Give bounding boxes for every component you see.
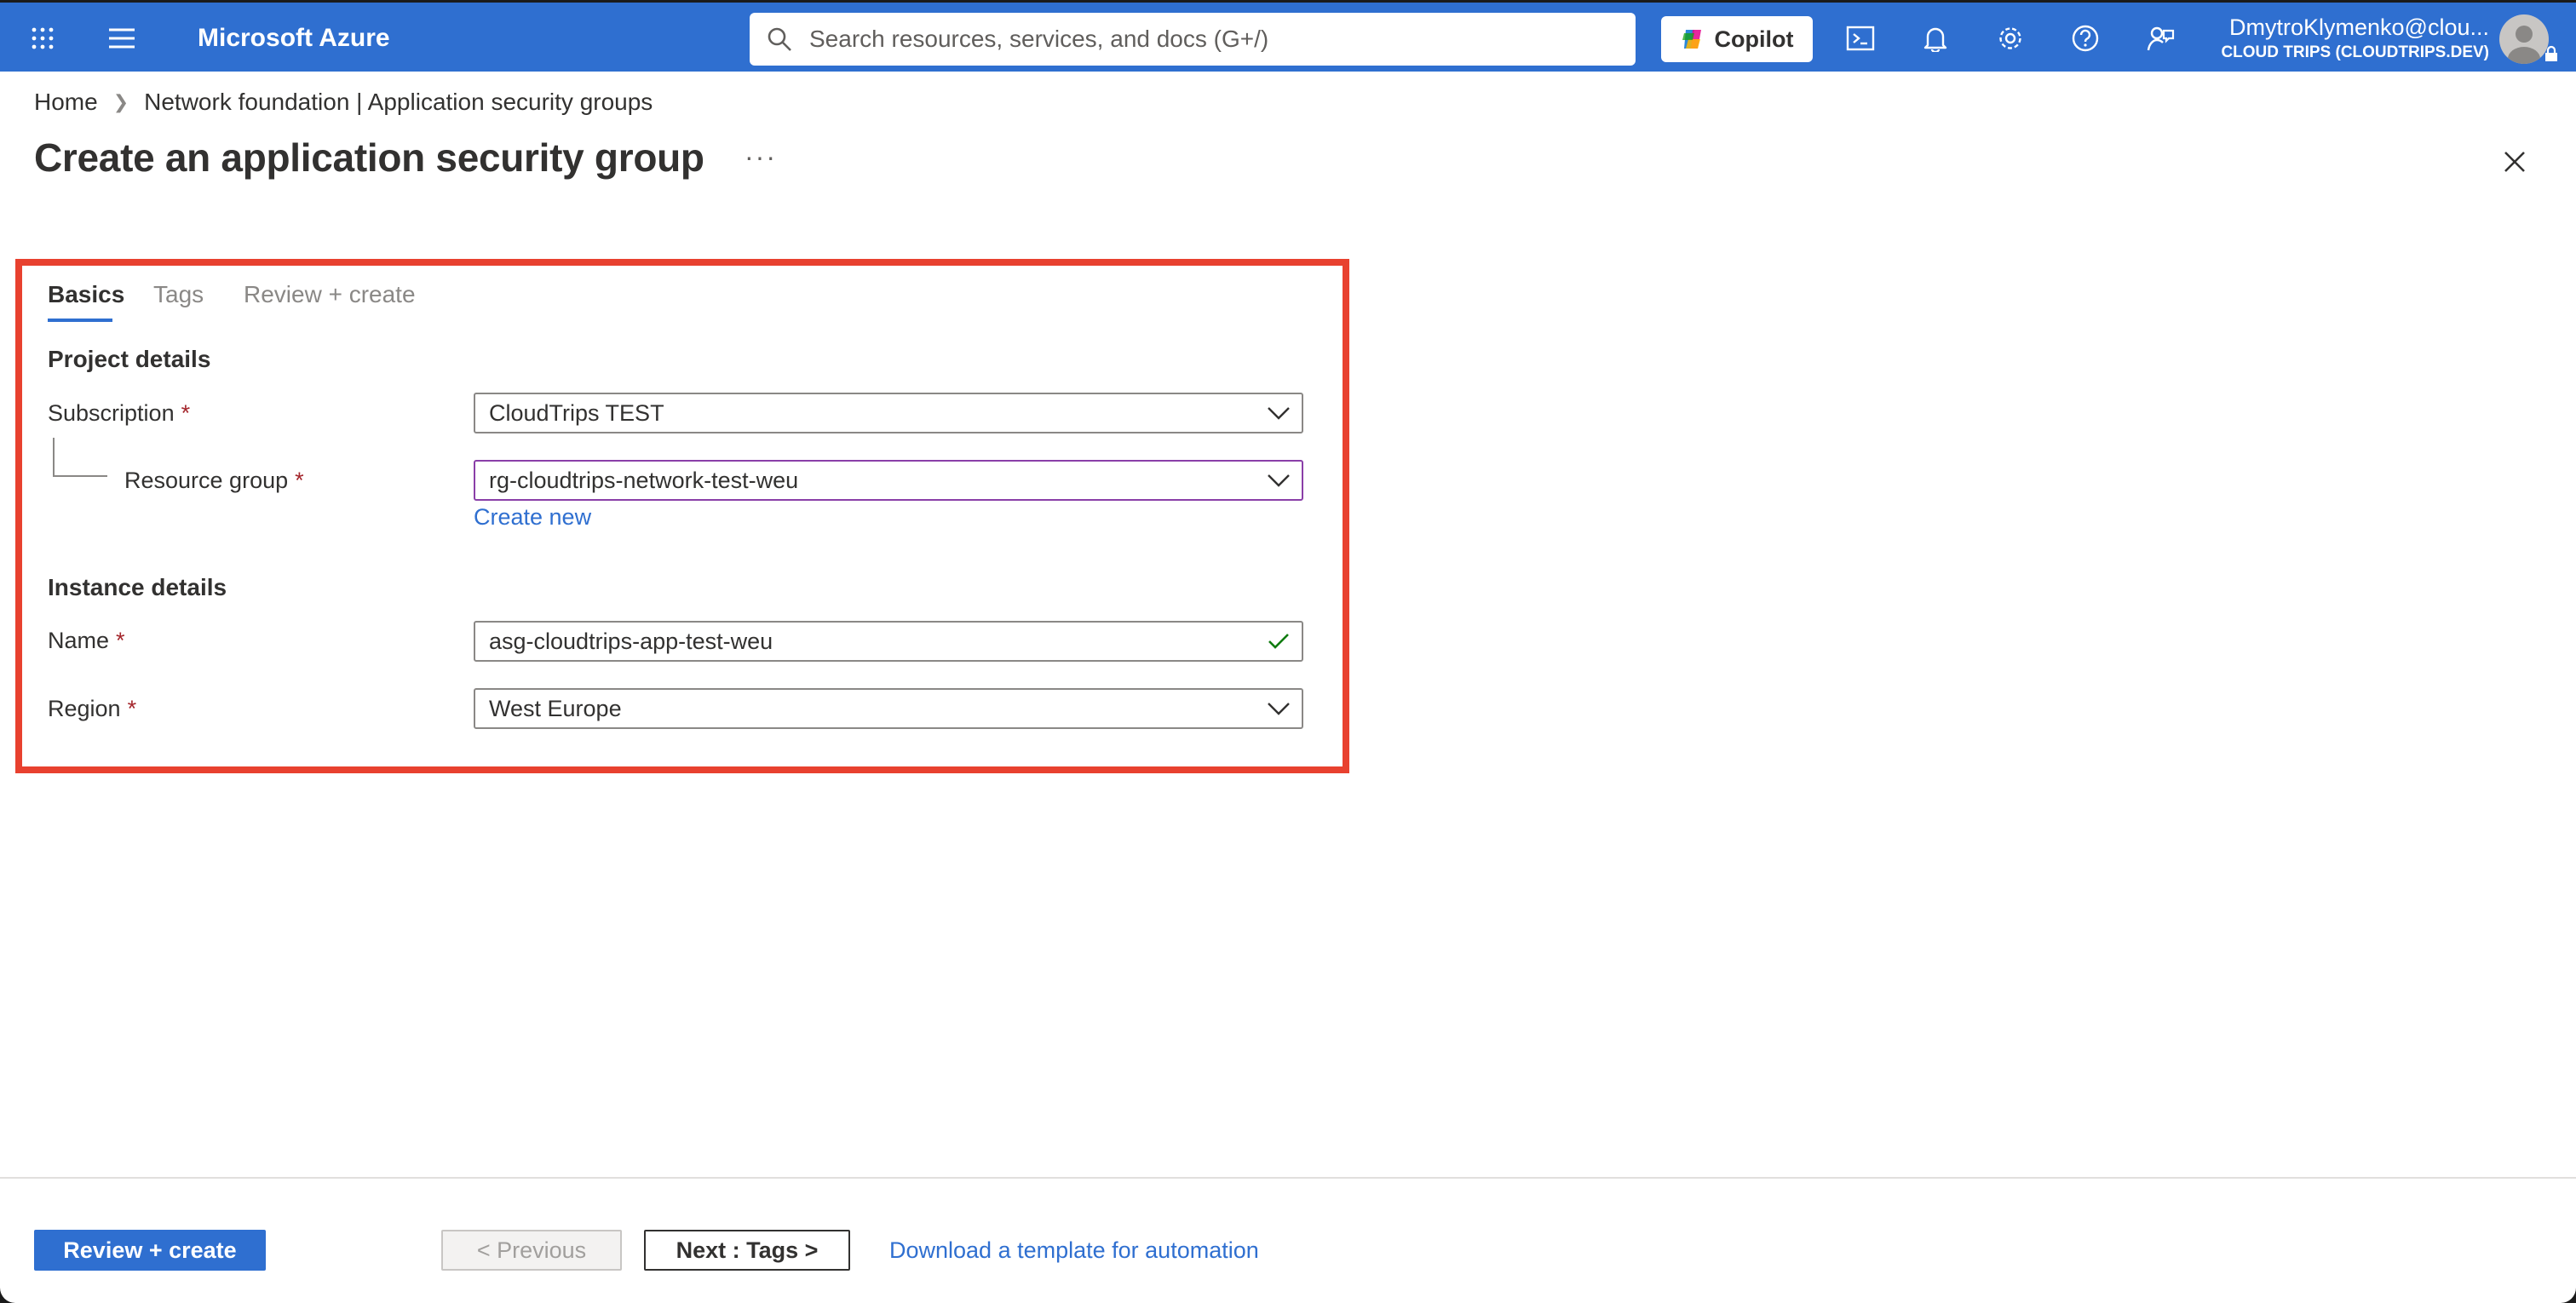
- copilot-icon: [1681, 26, 1706, 52]
- resource-group-label-text: Resource group: [124, 468, 289, 493]
- account-user-name: DmytroKlymenko@clou...: [2229, 14, 2489, 40]
- top-navigation-bar: Microsoft Azure Copilot: [0, 0, 2576, 72]
- subscription-value: CloudTrips TEST: [489, 399, 664, 426]
- feedback-icon[interactable]: [2142, 3, 2179, 74]
- settings-gear-icon[interactable]: [1992, 3, 2029, 74]
- next-tags-button[interactable]: Next : Tags >: [644, 1230, 850, 1271]
- lock-icon: [2544, 45, 2559, 62]
- name-value: asg-cloudtrips-app-test-weu: [489, 628, 773, 654]
- name-input[interactable]: asg-cloudtrips-app-test-weu: [474, 621, 1303, 662]
- brand-title[interactable]: Microsoft Azure: [198, 3, 390, 74]
- required-marker: *: [181, 400, 191, 426]
- tab-review-create[interactable]: Review + create: [244, 281, 416, 308]
- name-label: Name *: [48, 628, 125, 654]
- close-icon[interactable]: [2494, 141, 2535, 182]
- chevron-down-icon: [1256, 462, 1302, 499]
- required-marker: *: [127, 696, 137, 721]
- create-new-resource-group-link[interactable]: Create new: [474, 504, 591, 531]
- name-label-text: Name: [48, 628, 110, 653]
- breadcrumb-chevron-icon: ❯: [112, 91, 129, 112]
- chevron-down-icon: [1256, 690, 1302, 727]
- required-marker: *: [295, 468, 304, 493]
- hierarchy-connector: [53, 438, 107, 477]
- previous-button[interactable]: < Previous: [441, 1230, 622, 1271]
- resource-group-value: rg-cloudtrips-network-test-weu: [489, 467, 799, 493]
- breadcrumb: Home ❯ Network foundation | Application …: [34, 85, 653, 119]
- instance-details-heading: Instance details: [48, 574, 227, 600]
- subscription-dropdown[interactable]: CloudTrips TEST: [474, 393, 1303, 433]
- account-info[interactable]: DmytroKlymenko@clou... CLOUD TRIPS (CLOU…: [2208, 13, 2489, 64]
- chevron-down-icon: [1256, 394, 1302, 432]
- tab-active-indicator: [48, 319, 112, 322]
- portal-window: Microsoft Azure Copilot: [0, 0, 2576, 1303]
- cloud-shell-icon[interactable]: [1842, 3, 1879, 74]
- help-question-icon[interactable]: [2067, 3, 2104, 74]
- region-label: Region *: [48, 696, 136, 722]
- account-tenant-name: CLOUD TRIPS (CLOUDTRIPS.DEV): [2221, 43, 2489, 61]
- breadcrumb-home-link[interactable]: Home: [34, 89, 98, 116]
- download-template-link[interactable]: Download a template for automation: [889, 1235, 1259, 1266]
- region-value: West Europe: [489, 695, 622, 721]
- project-details-heading: Project details: [48, 346, 211, 372]
- region-dropdown[interactable]: West Europe: [474, 688, 1303, 729]
- global-search-box[interactable]: [750, 13, 1636, 66]
- resource-group-dropdown[interactable]: rg-cloudtrips-network-test-weu: [474, 460, 1303, 501]
- notifications-bell-icon[interactable]: [1917, 3, 1954, 74]
- copilot-label: Copilot: [1714, 26, 1794, 52]
- footer-divider: [0, 1177, 2576, 1179]
- page-title: Create an application security group: [34, 135, 704, 180]
- subscription-label: Subscription *: [48, 400, 190, 427]
- more-options-icon[interactable]: ···: [745, 141, 777, 173]
- review-create-button[interactable]: Review + create: [34, 1230, 266, 1271]
- region-label-text: Region: [48, 696, 121, 721]
- hamburger-menu-icon[interactable]: [102, 3, 141, 74]
- tab-tags[interactable]: Tags: [153, 281, 204, 308]
- tab-basics[interactable]: Basics: [48, 281, 124, 308]
- search-input[interactable]: [809, 18, 1576, 60]
- avatar[interactable]: [2499, 14, 2549, 64]
- required-marker: *: [116, 628, 125, 653]
- search-icon: [750, 26, 809, 52]
- copilot-button[interactable]: Copilot: [1661, 16, 1813, 62]
- app-launcher-icon[interactable]: [24, 3, 61, 74]
- validation-check-icon: [1256, 623, 1302, 660]
- subscription-label-text: Subscription: [48, 400, 175, 426]
- breadcrumb-parent-link[interactable]: Network foundation | Application securit…: [144, 89, 653, 116]
- resource-group-label: Resource group *: [124, 468, 304, 494]
